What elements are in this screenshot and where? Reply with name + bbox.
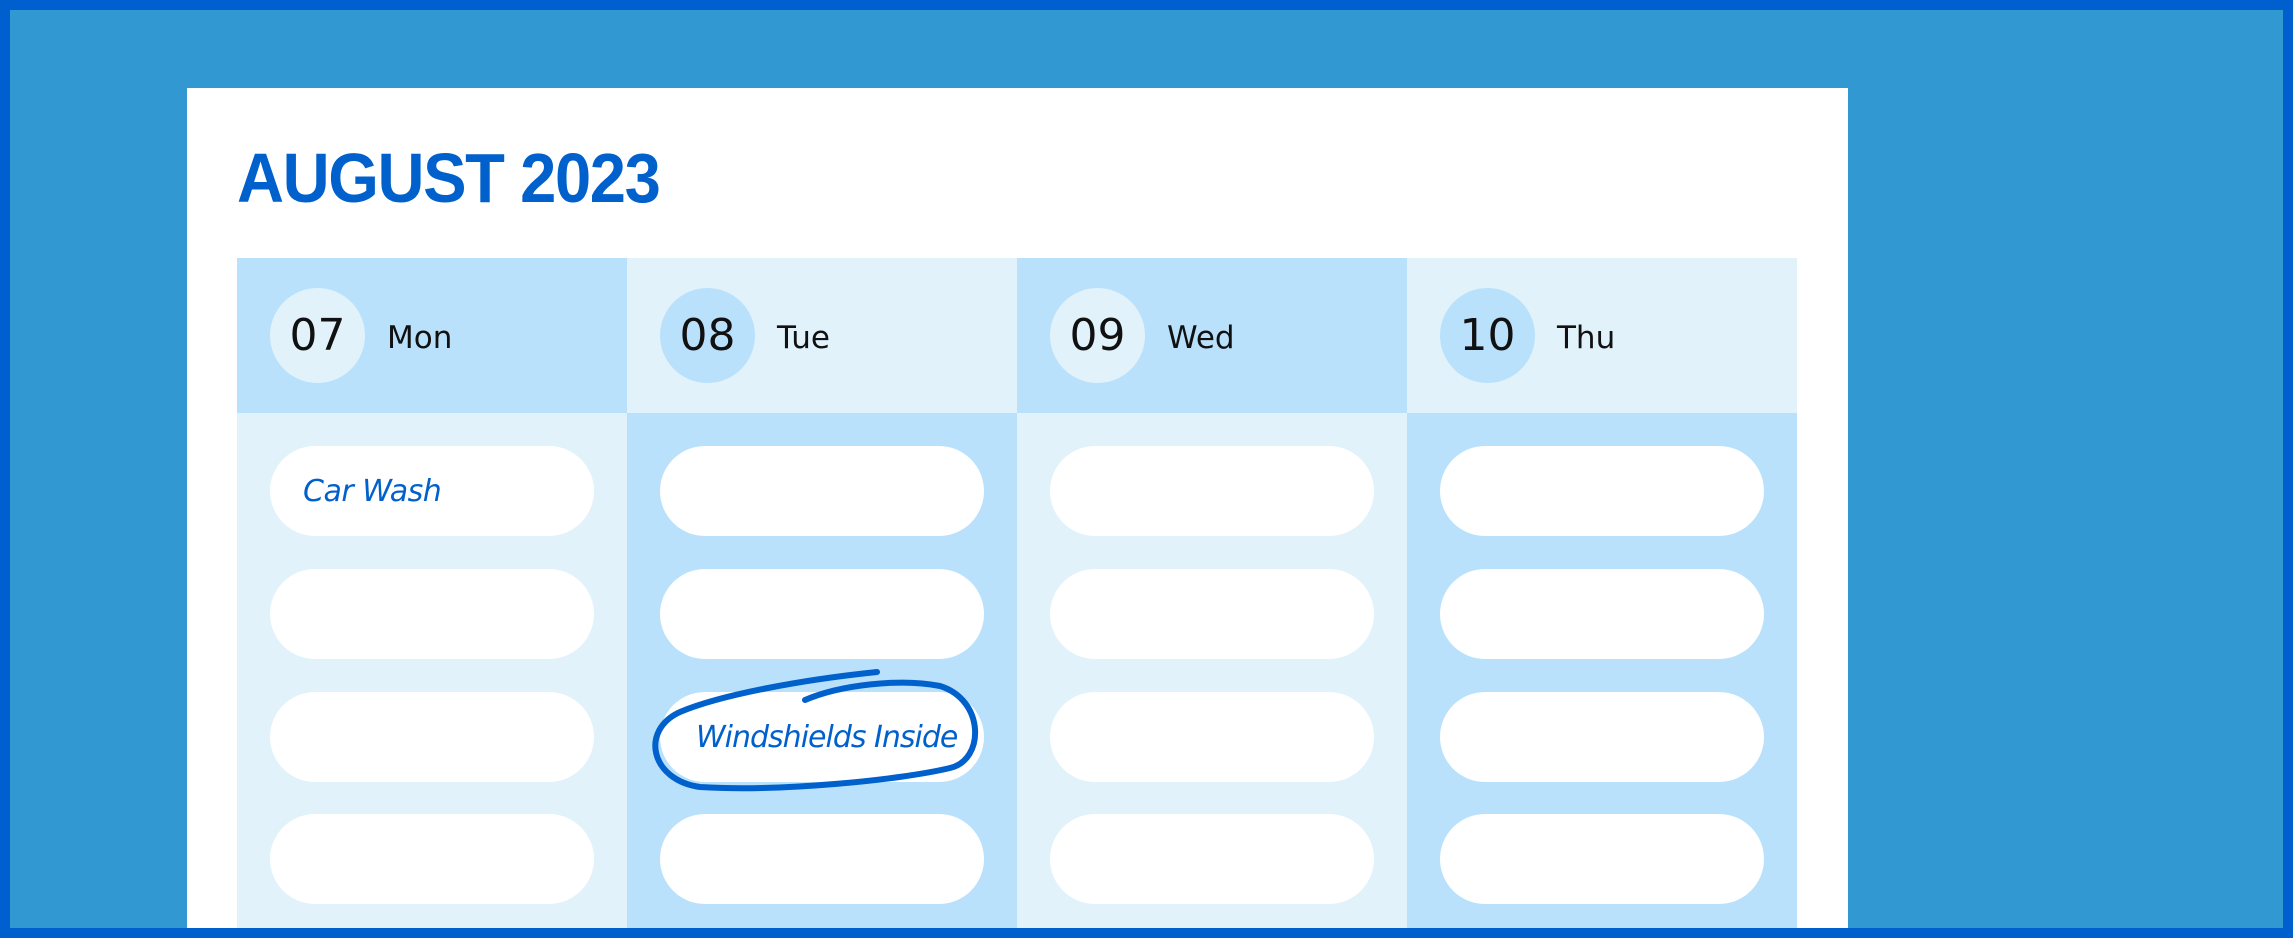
entry-slot[interactable]	[660, 569, 984, 659]
day-body	[1407, 413, 1797, 928]
entry-text: Windshields Inside	[696, 719, 958, 755]
entry-slot[interactable]	[1050, 446, 1374, 536]
entry-text: Car Wash	[303, 473, 442, 509]
date-badge: 09	[1050, 288, 1145, 383]
entry-slot[interactable]	[270, 814, 594, 904]
day-body: Windshields Inside	[627, 413, 1017, 928]
month-title: AUGUST 2023	[237, 139, 661, 217]
entry-slot[interactable]	[1440, 814, 1764, 904]
entry-slot[interactable]	[1440, 569, 1764, 659]
date-badge: 10	[1440, 288, 1535, 383]
entry-slot[interactable]	[270, 692, 594, 782]
entry-slot[interactable]	[660, 814, 984, 904]
weekday-label: Wed	[1167, 320, 1235, 356]
week-grid: 07 Mon Car Wash 08 Tue Windshields Insid…	[237, 258, 1797, 928]
date-badge: 07	[270, 288, 365, 383]
day-header: 10 Thu	[1407, 258, 1797, 413]
day-column-wed: 09 Wed	[1017, 258, 1407, 928]
day-header: 07 Mon	[237, 258, 627, 413]
entry-slot[interactable]	[270, 569, 594, 659]
day-column-mon: 07 Mon Car Wash	[237, 258, 627, 928]
entry-slot[interactable]	[660, 446, 984, 536]
day-column-thu: 10 Thu	[1407, 258, 1797, 928]
weekday-label: Thu	[1557, 320, 1616, 356]
weekday-label: Mon	[387, 320, 453, 356]
day-body: Car Wash	[237, 413, 627, 928]
day-header: 09 Wed	[1017, 258, 1407, 413]
day-body	[1017, 413, 1407, 928]
entry-slot[interactable]	[1440, 446, 1764, 536]
entry-slot[interactable]	[1050, 814, 1374, 904]
entry-slot[interactable]	[1050, 692, 1374, 782]
day-header: 08 Tue	[627, 258, 1017, 413]
entry-slot-circled[interactable]: Windshields Inside	[660, 692, 984, 782]
entry-slot[interactable]: Car Wash	[270, 446, 594, 536]
entry-slot[interactable]	[1050, 569, 1374, 659]
entry-slot[interactable]	[1440, 692, 1764, 782]
weekday-label: Tue	[777, 320, 830, 356]
day-column-tue: 08 Tue Windshields Inside	[627, 258, 1017, 928]
date-badge: 08	[660, 288, 755, 383]
